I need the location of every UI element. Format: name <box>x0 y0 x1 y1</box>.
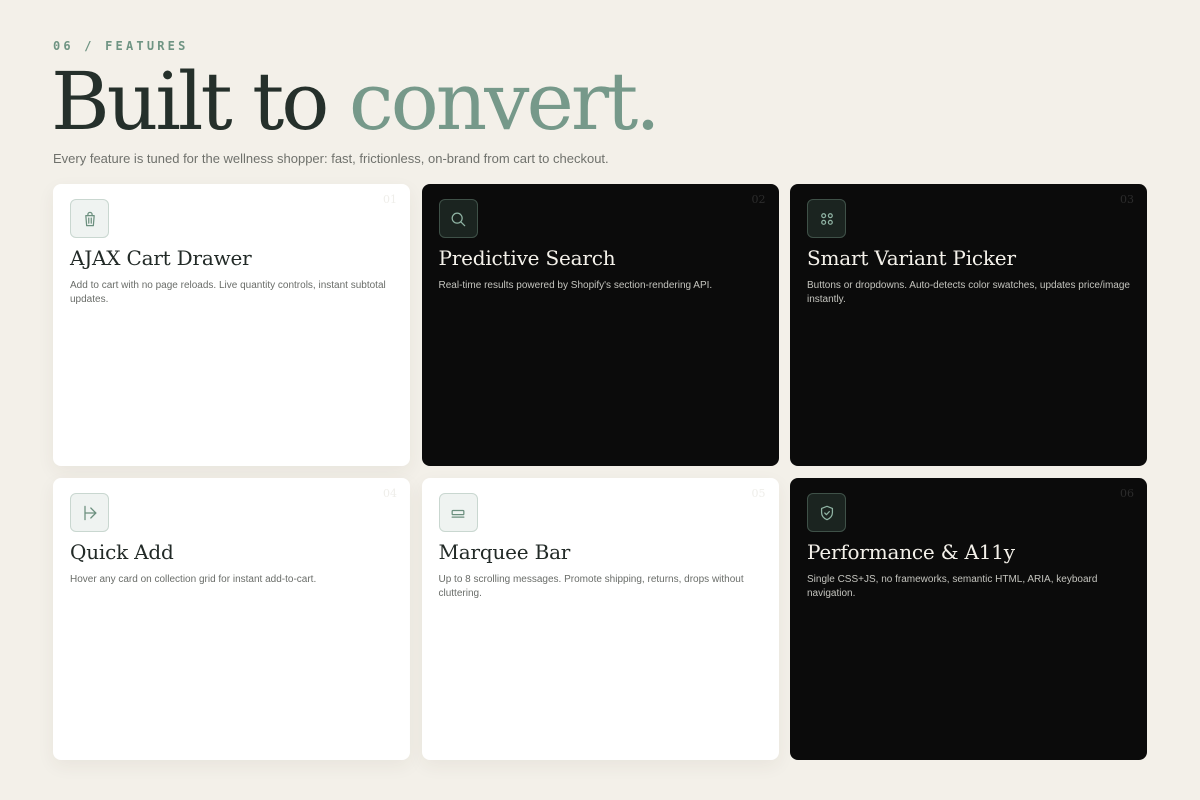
feature-card-predictive-search: 02 Predictive Search Real-time results p… <box>421 184 779 466</box>
feature-description: Add to cart with no page reloads. Live q… <box>70 280 386 305</box>
section-eyebrow: 06 / FEATURES <box>53 39 189 53</box>
feature-title: Performance & A11y <box>807 540 1015 564</box>
feature-description: Buttons or dropdowns. Auto-detects color… <box>807 280 1130 305</box>
search-icon <box>438 199 478 238</box>
shield-check-icon <box>807 493 846 532</box>
feature-card-variant-picker: 03 Smart Variant Picker Buttons or dropd… <box>790 184 1147 466</box>
feature-number: 06 <box>1120 487 1134 500</box>
feature-title: AJAX Cart Drawer <box>70 246 252 270</box>
feature-card-ajax-cart: 01 AJAX Cart Drawer Add to cart with no … <box>53 184 410 466</box>
feature-number: 05 <box>751 487 766 500</box>
feature-grid: 01 AJAX Cart Drawer Add to cart with no … <box>53 184 1147 760</box>
headline-accent: convert. <box>348 55 661 148</box>
feature-description: Hover any card on collection grid for in… <box>70 574 317 585</box>
section-subtitle: Every feature is tuned for the wellness … <box>53 151 609 166</box>
headline-main: Built to <box>51 55 329 148</box>
section-headline: Built to convert. <box>51 54 661 150</box>
feature-description: Real-time results powered by Shopify's s… <box>438 280 713 291</box>
feature-number: 01 <box>383 193 397 206</box>
feature-number: 04 <box>383 487 397 500</box>
feature-title: Predictive Search <box>438 246 616 270</box>
swatches-icon <box>807 199 846 238</box>
arrow-to-bar-icon <box>70 493 109 532</box>
feature-number: 02 <box>751 193 766 206</box>
feature-number: 03 <box>1120 193 1134 206</box>
feature-description: Up to 8 scrolling messages. Promote ship… <box>438 574 744 599</box>
feature-card-quick-add: 04 Quick Add Hover any card on collectio… <box>53 478 410 760</box>
feature-title: Smart Variant Picker <box>807 246 1016 270</box>
feature-card-marquee-bar: 05 Marquee Bar Up to 8 scrolling message… <box>421 478 779 760</box>
shopping-bag-icon <box>70 199 109 238</box>
marquee-bar-icon <box>438 493 478 532</box>
feature-title: Marquee Bar <box>438 540 571 564</box>
feature-card-performance: 06 Performance & A11y Single CSS+JS, no … <box>790 478 1147 760</box>
feature-description: Single CSS+JS, no frameworks, semantic H… <box>807 574 1098 599</box>
feature-title: Quick Add <box>70 540 174 564</box>
